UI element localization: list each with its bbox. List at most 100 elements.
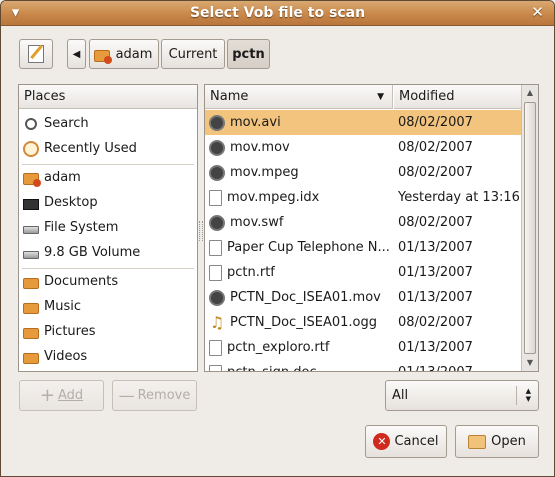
plus-icon: + [39, 385, 55, 406]
file-name: pctn.rtf [227, 265, 275, 280]
path-crumb-label: pctn [232, 46, 265, 62]
file-name: pctn_sign.doc [227, 365, 317, 371]
file-modified-cell: 01/13/2007 [398, 335, 521, 360]
column-header-modified[interactable]: Modified [394, 85, 521, 109]
file-name-cell: ♫ PCTN_Doc_ISEA01.ogg [205, 310, 393, 335]
file-row[interactable]: mov.mpeg.idx Yesterday at 13:16 [205, 185, 521, 210]
path-crumb-pctn[interactable]: pctn [227, 39, 270, 69]
places-item-file-system[interactable]: File System [19, 215, 118, 240]
music-note-icon: ♫ [209, 312, 225, 332]
open-folder-icon [468, 434, 487, 449]
pane-resize-handle[interactable] [199, 221, 203, 241]
file-name-cell: Paper Cup Telephone N... [205, 235, 393, 260]
file-name: mov.mpeg [230, 165, 299, 180]
file-filter-combo[interactable]: All ▲ ▼ [385, 380, 539, 411]
combo-arrows-icon: ▲ ▼ [525, 387, 531, 403]
file-list-scrollbar[interactable]: ▲ ▼ [521, 85, 538, 371]
file-modified: 01/13/2007 [398, 290, 473, 305]
file-name-cell: mov.swf [205, 210, 393, 235]
document-icon [209, 364, 222, 371]
file-row[interactable]: PCTN_Doc_ISEA01.mov 01/13/2007 [205, 285, 521, 310]
file-row[interactable]: pctn_sign.doc 01/13/2007 [205, 360, 521, 371]
scroll-down-icon[interactable]: ▼ [522, 355, 538, 371]
home-folder-icon [93, 49, 112, 64]
file-row[interactable]: ♫ PCTN_Doc_ISEA01.ogg 08/02/2007 [205, 310, 521, 335]
places-item-label: Documents [44, 274, 119, 289]
file-chooser-dialog: ▾ Select Vob file to scan ✕ ◀ adam Curre… [0, 0, 555, 477]
file-modified: 08/02/2007 [398, 315, 473, 330]
file-modified: 08/02/2007 [398, 115, 473, 130]
file-row[interactable]: Paper Cup Telephone N... 01/13/2007 [205, 235, 521, 260]
video-icon [209, 164, 225, 181]
path-crumb-adam[interactable]: adam [89, 39, 159, 69]
places-item-documents[interactable]: Documents [19, 269, 118, 294]
places-item-label: Music [44, 299, 81, 314]
file-modified-cell: 08/02/2007 [398, 160, 521, 185]
places-item-videos[interactable]: Videos [19, 344, 87, 369]
folder-icon [23, 278, 39, 289]
remove-bookmark-button[interactable]: — Remove [112, 380, 197, 411]
file-name-cell: mov.mpeg [205, 160, 393, 185]
column-header-name[interactable]: Name ▼ [205, 85, 393, 109]
file-row[interactable]: mov.mov 08/02/2007 [205, 135, 521, 160]
places-item-label: Search [44, 116, 89, 131]
places-panel: Places Search Recently Used adam Desktop… [18, 84, 198, 372]
file-name: PCTN_Doc_ISEA01.mov [230, 290, 381, 305]
close-window-button[interactable]: ✕ [529, 5, 546, 22]
recent-icon [23, 140, 39, 157]
file-modified: Yesterday at 13:16 [398, 190, 520, 205]
drive-icon [23, 226, 39, 234]
places-item-recently-used[interactable]: Recently Used [19, 136, 137, 161]
file-modified-cell: 01/13/2007 [398, 260, 521, 285]
file-name-cell: pctn_exploro.rtf [205, 335, 393, 360]
scroll-thumb[interactable] [524, 102, 536, 354]
window-menu-icon[interactable]: ▾ [7, 5, 24, 22]
file-name: mov.avi [230, 115, 281, 130]
places-item-label: Pictures [44, 324, 96, 339]
places-item-adam[interactable]: adam [19, 165, 81, 190]
places-item-label: adam [44, 170, 81, 185]
folder-icon [23, 303, 39, 314]
file-filter-value: All [392, 388, 409, 403]
open-button-label: Open [491, 434, 526, 449]
file-name-cell: pctn_sign.doc [205, 360, 393, 371]
file-row[interactable]: mov.avi 08/02/2007 [205, 110, 521, 135]
path-scroll-left-button[interactable]: ◀ [67, 39, 86, 69]
places-item-desktop[interactable]: Desktop [19, 190, 98, 215]
type-location-button[interactable] [19, 39, 53, 69]
cancel-button-label: Cancel [394, 434, 439, 449]
file-row[interactable]: mov.swf 08/02/2007 [205, 210, 521, 235]
places-item-label: Desktop [44, 195, 98, 210]
document-icon [209, 264, 222, 281]
drive-icon [23, 251, 39, 259]
cancel-icon: ✕ [373, 433, 391, 450]
title-bar[interactable]: ▾ Select Vob file to scan ✕ [1, 1, 554, 26]
cancel-button[interactable]: ✕ Cancel [365, 425, 447, 458]
places-item-label: Recently Used [44, 141, 137, 156]
places-item-search[interactable]: Search [19, 111, 89, 136]
file-modified: 01/13/2007 [398, 365, 473, 371]
file-name-cell: mov.mov [205, 135, 393, 160]
file-modified-cell: 08/02/2007 [398, 110, 521, 135]
places-header[interactable]: Places [19, 85, 197, 109]
places-header-label: Places [24, 89, 66, 104]
remove-button-label: Remove [137, 388, 191, 403]
file-row[interactable]: pctn.rtf 01/13/2007 [205, 260, 521, 285]
file-modified-cell: 08/02/2007 [398, 310, 521, 335]
file-modified: 08/02/2007 [398, 165, 473, 180]
file-modified-cell: 01/13/2007 [398, 285, 521, 310]
places-item-label: Videos [44, 349, 88, 364]
places-item-pictures[interactable]: Pictures [19, 319, 95, 344]
scroll-up-icon[interactable]: ▲ [522, 85, 538, 101]
window-title: Select Vob file to scan [189, 5, 366, 21]
file-row[interactable]: pctn_exploro.rtf 01/13/2007 [205, 335, 521, 360]
add-button-label: Add [57, 388, 84, 403]
open-button[interactable]: Open [455, 425, 539, 458]
file-row[interactable]: mov.mpeg 08/02/2007 [205, 160, 521, 185]
places-item-music[interactable]: Music [19, 294, 81, 319]
places-item-volume[interactable]: 9.8 GB Volume [19, 240, 140, 265]
video-icon [209, 114, 225, 131]
path-crumb-current[interactable]: Current [161, 39, 225, 69]
file-modified: 01/13/2007 [398, 340, 473, 355]
add-bookmark-button[interactable]: + Add [19, 380, 104, 411]
